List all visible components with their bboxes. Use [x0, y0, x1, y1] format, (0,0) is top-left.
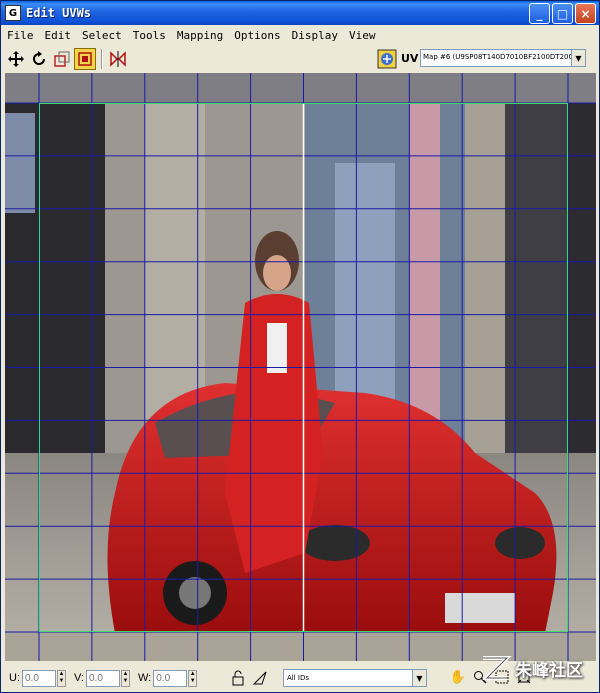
uv-editor-viewport[interactable]: [5, 73, 596, 661]
uv-boundary-frame: [39, 103, 568, 632]
max-app-icon[interactable]: G: [5, 5, 21, 21]
texture-checker-icon[interactable]: [376, 48, 398, 70]
menu-tools[interactable]: Tools: [133, 29, 166, 42]
rotate-icon[interactable]: [28, 48, 50, 70]
v-value-field[interactable]: 0.0: [86, 669, 120, 687]
title-bar[interactable]: G Edit UVWs _ □ ×: [1, 1, 599, 25]
lock-selection-icon[interactable]: [229, 669, 247, 687]
menu-options[interactable]: Options: [234, 29, 280, 42]
w-label: W:: [138, 672, 152, 684]
pan-hand-icon[interactable]: ✋: [449, 668, 467, 686]
edit-uvws-window: G Edit UVWs _ □ × File Edit Select Tools…: [0, 0, 600, 693]
menu-display[interactable]: Display: [292, 29, 338, 42]
freeform-icon[interactable]: [74, 48, 96, 70]
w-spinner[interactable]: ▲ ▼: [188, 669, 198, 687]
v-label: V:: [74, 672, 84, 684]
minimize-button[interactable]: _: [529, 3, 550, 24]
menu-file[interactable]: File: [7, 29, 34, 42]
watermark-text: 朱峰社区: [515, 660, 583, 681]
window-title: Edit UVWs: [26, 6, 92, 20]
menu-select[interactable]: Select: [82, 29, 122, 42]
map-select-dropdown[interactable]: Map #6 (U9SP08T140D7010BF2100DT200411 ▼: [420, 49, 586, 67]
ids-select-value: All IDs: [287, 674, 310, 682]
toolbar-separator: [101, 49, 103, 69]
watermark-logo-icon: [482, 656, 512, 680]
map-select-value: Map #6 (U9SP08T140D7010BF2100DT200411: [423, 53, 586, 61]
watermark: 朱峰社区: [477, 648, 597, 688]
menu-edit[interactable]: Edit: [45, 29, 72, 42]
maximize-button[interactable]: □: [552, 3, 573, 24]
filter-selected-icon[interactable]: [251, 669, 269, 687]
uv-label: UV: [401, 52, 419, 65]
mirror-icon[interactable]: [107, 48, 129, 70]
v-spinner[interactable]: ▲ ▼: [121, 669, 130, 687]
material-ids-dropdown[interactable]: All IDs ▼: [283, 669, 427, 687]
menu-bar: File Edit Select Tools Mapping Options D…: [1, 25, 599, 45]
toolbar: UV Map #6 (U9SP08T140D7010BF2100DT200411…: [1, 46, 599, 72]
w-value-field[interactable]: 0.0: [153, 669, 188, 687]
chevron-down-icon[interactable]: ▼: [412, 670, 426, 686]
close-button[interactable]: ×: [575, 3, 596, 24]
u-value-field[interactable]: 0.0: [22, 669, 56, 687]
menu-view[interactable]: View: [349, 29, 376, 42]
move-icon[interactable]: [5, 48, 27, 70]
u-label: U:: [9, 672, 20, 684]
menu-mapping[interactable]: Mapping: [177, 29, 223, 42]
chevron-down-icon[interactable]: ▼: [571, 50, 585, 66]
scale-icon[interactable]: [51, 48, 73, 70]
u-spinner[interactable]: ▲ ▼: [57, 669, 66, 687]
